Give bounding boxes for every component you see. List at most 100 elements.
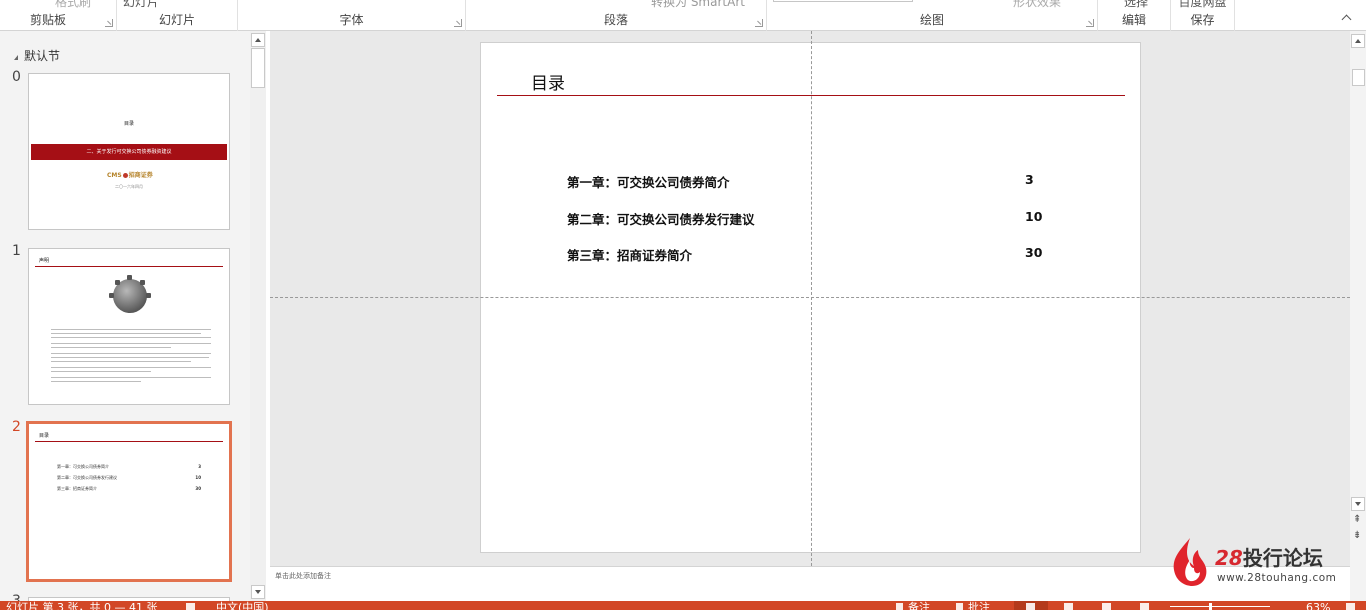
ribbon-group-label-clipboard: 剪贴板 [30,13,67,27]
format-painter-button[interactable]: 格式刷 [0,0,116,10]
mine-spike [146,293,151,298]
body-text-line [51,367,211,368]
toc-page-number[interactable]: 3 [1025,172,1034,187]
slide-editing-area: 目录 第一章：可交换公司债券简介 3 第二章：可交换公司债券发行建议 10 第三… [270,31,1350,566]
thumb-cover-date: 二〇一六年四月 [115,184,143,189]
section-header[interactable]: 默认节 [14,47,60,64]
slide-sorter-view-icon[interactable] [1064,603,1073,610]
thumb-toc-page: 10 [195,475,201,480]
body-text-line [51,347,171,348]
thumb-toc-row: 第一章：可交换公司债券简介 3 [57,464,201,470]
scroll-up-arrow-icon[interactable] [251,33,265,47]
cms-logo-text: CMS [107,172,122,179]
toc-page-number[interactable]: 10 [1025,209,1042,224]
shape-effects-button[interactable]: 形状效果 [767,0,1097,10]
convert-smartart-button[interactable]: 转换为 SmartArt [466,0,766,10]
slide-count-status[interactable]: 幻灯片 第 3 张，共 0 — 41 张 [6,602,157,610]
ribbon-group-save: 百度网盘 保存 [1171,0,1235,31]
cms-logo-subtext: 招商证券 [128,172,153,179]
thumb-toc-page: 30 [195,486,201,491]
thumb-toc-page: 3 [198,464,201,469]
next-slide-icon[interactable]: ⇟ [1353,531,1361,541]
thumb-slide-title: 目录 [39,433,50,439]
reading-view-icon[interactable] [1102,603,1111,610]
body-text-line [51,353,211,354]
toc-entry[interactable]: 第二章：可交换公司债券发行建议 [567,209,755,228]
select-button[interactable]: 选择 [1098,0,1170,10]
slide-thumbnail-pane: 默认节 0 目录 二、关于发行可交换公司债券融资建议 CMS 招商证券 二〇一六年… [0,31,266,609]
comments-icon[interactable] [956,603,963,610]
thumb-cover-title: 目录 [123,121,134,127]
zoom-slider-thumb[interactable] [1209,603,1212,610]
slide-title[interactable]: 目录 [531,69,565,94]
watermark-url: www.28touhang.com [1217,572,1337,584]
section-name: 默认节 [24,49,61,63]
ribbon-group-paragraph: 转换为 SmartArt 段落 [466,0,767,31]
ribbon-group-editing: 选择 编辑 [1098,0,1171,31]
scrollbar-thumb[interactable] [251,48,265,88]
comments-toggle-button[interactable]: 批注 [968,602,990,610]
normal-view-button[interactable] [1014,601,1048,610]
ribbon-group-font: 字体 [238,0,466,31]
ribbon-group-label-save: 保存 [1190,13,1215,27]
body-text-line [51,329,211,330]
thumb-title-rule [35,266,223,267]
paragraph-launcher-icon[interactable] [755,19,763,27]
slide-scrollbar[interactable]: ⇞ ⇟ [1350,31,1366,601]
mine-spike [140,280,145,285]
scroll-up-arrow-icon[interactable] [1351,34,1365,48]
ribbon-group-drawing: 形状效果 绘图 [767,0,1098,31]
thumb-title-rule [35,441,223,442]
font-launcher-icon[interactable] [454,19,462,27]
thumb-slide-title: 声明 [39,258,50,264]
spell-check-icon[interactable] [186,603,195,610]
previous-slide-icon[interactable]: ⇞ [1353,515,1361,525]
body-text-line [51,381,141,382]
slide-show-icon[interactable] [1140,603,1149,610]
horizontal-guide[interactable] [270,297,1350,298]
slide-number: 2 [12,419,21,435]
body-text-line [51,371,151,372]
cms-logo-icon [122,173,128,178]
body-text-line [51,337,211,338]
scroll-down-arrow-icon[interactable] [251,585,265,599]
slide-number: 0 [12,69,21,85]
slide-thumbnail-2-selected[interactable]: 目录 第一章：可交换公司债券简介 3 第二章：可交换公司债券发行建议 10 第三章：… [26,421,232,582]
collapse-section-icon[interactable] [14,55,18,60]
toc-entry[interactable]: 第一章：可交换公司债券简介 [567,172,730,191]
thumb-toc-row: 第二章：可交换公司债券发行建议 10 [57,475,201,481]
zoom-level[interactable]: 63% [1306,602,1330,610]
watermark-title: 28投行论坛 [1215,542,1323,571]
thumb-toc-text: 第一章：可交换公司债券简介 [57,464,109,469]
fit-to-window-icon[interactable] [1346,603,1355,610]
toc-page-number[interactable]: 30 [1025,245,1042,260]
slide-thumbnail-0[interactable]: 目录 二、关于发行可交换公司债券融资建议 CMS 招商证券 二〇一六年四月 [28,73,230,230]
drawing-launcher-icon[interactable] [1086,19,1094,27]
zoom-slider[interactable] [1170,606,1270,607]
scroll-down-arrow-icon[interactable] [1351,497,1365,511]
language-status[interactable]: 中文(中国) [216,602,269,610]
status-bar: 幻灯片 第 3 张，共 0 — 41 张 中文(中国) 备注 批注 63% [0,601,1366,610]
vertical-guide[interactable] [811,31,812,566]
clipboard-launcher-icon[interactable] [105,19,113,27]
cms-logo: CMS 招商证券 [107,170,153,179]
thumbnail-scrollbar[interactable] [250,31,266,601]
collapse-ribbon-icon[interactable] [1342,13,1352,23]
mine-spike [115,280,120,285]
thumb-cover-banner: 二、关于发行可交换公司债券融资建议 [31,144,227,160]
ribbon: 格式刷 剪贴板 幻灯片 幻灯片 字体 转换为 SmartArt 段落 形状效果 … [0,0,1366,31]
thumb-toc-row: 第三章：招商证券简介 30 [57,486,201,492]
new-slide-button[interactable]: 幻灯片 [117,0,237,10]
baidu-netdisk-button[interactable]: 百度网盘 [1171,0,1234,10]
notes-toggle-button[interactable]: 备注 [908,602,930,610]
body-text-line [51,377,211,378]
thumb-toc-text: 第三章：招商证券简介 [57,486,97,491]
toc-entry[interactable]: 第三章：招商证券简介 [567,245,692,264]
watermark-logo: 28投行论坛 www.28touhang.com [1170,536,1350,588]
watermark-number: 28 [1215,546,1243,570]
notes-icon[interactable] [896,603,903,610]
scrollbar-thumb[interactable] [1352,69,1365,86]
slide-thumbnail-1[interactable]: 声明 [28,248,230,405]
ribbon-group-label-drawing: 绘图 [919,13,944,27]
ribbon-group-clipboard: 格式刷 剪贴板 [0,0,117,31]
